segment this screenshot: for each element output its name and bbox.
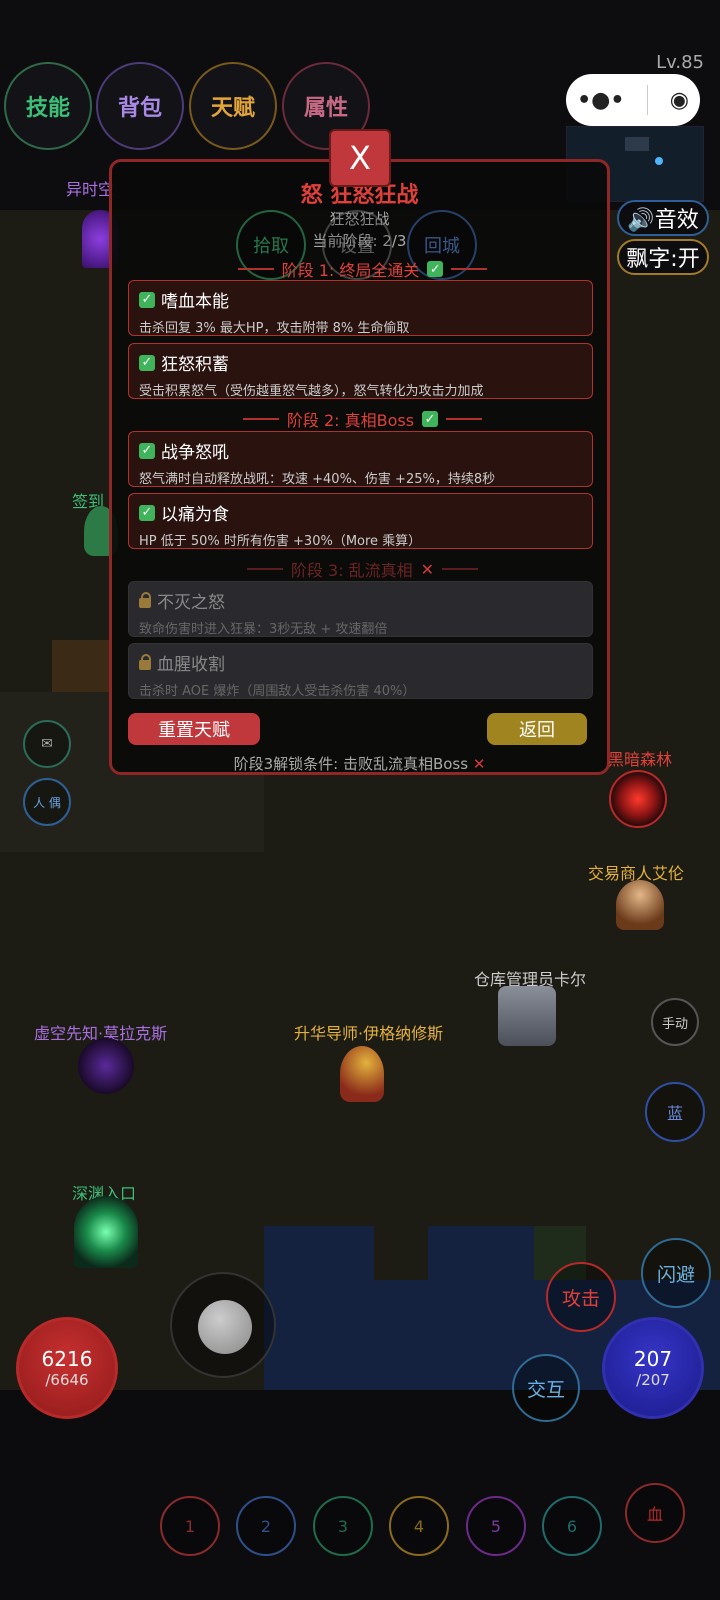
mp-current: 207 <box>633 1347 673 1371</box>
locked-x-icon: ✕ <box>472 755 486 773</box>
unlock-condition: 阶段3解锁条件: 击败乱流真相Boss ✕ <box>112 753 607 774</box>
back-button[interactable]: 返回 <box>487 713 587 745</box>
talent-desc: 致命伤害时进入狂暴：3秒无敌 + 攻速翻倍 <box>139 622 388 637</box>
hp-orb: 6216 /6646 <box>16 1317 118 1419</box>
check-icon: ✓ <box>139 504 155 521</box>
divider <box>242 418 279 420</box>
player-marker <box>655 157 663 165</box>
skills-button[interactable]: 技能 <box>4 62 92 150</box>
talent-card[interactable]: ✓ 狂怒积蓄 受击积累怒气（受伤越重怒气越多），怒气转化为攻击力加成 <box>128 343 593 399</box>
talent-name: 不灭之怒 <box>157 593 225 613</box>
check-icon: ✓ <box>139 291 155 308</box>
talent-card[interactable]: ✓ 嗜血本能 击杀回复 3% 最大HP，攻击附带 8% 生命偷取 <box>128 280 593 336</box>
talent-name: 战争怒吼 <box>161 443 229 463</box>
unlock-condition-text: 阶段3解锁条件: 击败乱流真相Boss <box>233 755 469 773</box>
talent-button[interactable]: 天赋 <box>189 62 277 150</box>
stage-1-header: 阶段 1: 终局全通关 ✓ <box>128 257 597 281</box>
check-icon: ✓ <box>139 354 155 371</box>
trader-sprite[interactable] <box>616 880 664 930</box>
pet-button[interactable]: 人 偶 <box>23 778 71 826</box>
talent-card[interactable]: ✓ 战争怒吼 怒气满时自动释放战吼：攻速 +40%、伤害 +25%，持续8秒 <box>128 431 593 487</box>
stage-1-title: 阶段 1: 终局全通关 <box>281 261 420 280</box>
talent-card[interactable]: ✓ 以痛为食 HP 低于 50% 时所有伤害 +30%（More 乘算） <box>128 493 593 549</box>
joystick-knob[interactable] <box>198 1300 252 1354</box>
bottom-dark-band <box>0 1390 720 1600</box>
skill-slot-2[interactable]: 2 <box>236 1496 296 1556</box>
stage-3-title: 阶段 3: 乱流真相 <box>290 561 413 580</box>
manual-toggle[interactable]: 手动 <box>651 998 699 1046</box>
hp-potion-slot[interactable]: 血 <box>625 1483 685 1543</box>
talent-name: 血腥收割 <box>157 655 225 675</box>
divider <box>442 568 479 570</box>
float-text-toggle[interactable]: 飘字:开 <box>617 239 709 275</box>
sound-toggle[interactable]: 🔊音效 <box>617 200 709 236</box>
reset-talent-button[interactable]: 重置天赋 <box>128 713 260 745</box>
abyss-portal-sprite[interactable] <box>74 1196 138 1268</box>
mail-button[interactable]: ✉ <box>23 720 71 768</box>
mp-max: /207 <box>636 1371 670 1389</box>
map-tile <box>52 640 112 692</box>
talent-desc: HP 低于 50% 时所有伤害 +30%（More 乘算） <box>139 534 422 549</box>
miniapp-capsule: •●• ◉ <box>566 74 700 126</box>
talent-name: 以痛为食 <box>161 505 229 525</box>
divider <box>237 268 274 270</box>
lock-icon <box>139 591 151 608</box>
dodge-button[interactable]: 闪避 <box>641 1238 711 1308</box>
check-icon: ✓ <box>427 261 444 277</box>
bag-button[interactable]: 背包 <box>96 62 184 150</box>
ascension-label: 升华导师·伊格纳修斯 <box>294 1024 444 1043</box>
talent-desc: 击杀时 AOE 爆炸（周围敌人受击杀伤害 40%） <box>139 684 416 699</box>
talent-name: 嗜血本能 <box>161 292 229 312</box>
talent-panel: 怒 狂怒狂战 狂怒狂战 当前阶段: 2/3 拾取 设置 回城 阶段 1: 终局全… <box>109 159 610 775</box>
level-indicator: Lv.85 <box>656 52 704 73</box>
talent-desc: 受击积累怒气（受伤越重怒气越多），怒气转化为攻击力加成 <box>139 384 484 399</box>
mp-orb: 207 /207 <box>602 1317 704 1419</box>
divider <box>446 418 483 420</box>
joystick[interactable] <box>170 1272 276 1378</box>
talent-desc: 怒气满时自动释放战吼：攻速 +40%、伤害 +25%，持续8秒 <box>139 472 496 487</box>
water-area <box>428 1226 534 1390</box>
minimap-block <box>625 137 649 151</box>
skill-slot-3[interactable]: 3 <box>313 1496 373 1556</box>
portal-label: 异时空 <box>66 180 115 199</box>
talent-card-locked: 不灭之怒 致命伤害时进入狂暴：3秒无敌 + 攻速翻倍 <box>128 581 593 637</box>
skill-slot-6[interactable]: 6 <box>542 1496 602 1556</box>
skill-slot-1[interactable]: 1 <box>160 1496 220 1556</box>
skill-slot-5[interactable]: 5 <box>466 1496 526 1556</box>
stage-2-header: 阶段 2: 真相Boss ✓ <box>128 407 597 431</box>
void-prophet-sprite[interactable] <box>78 1038 134 1094</box>
divider <box>451 268 488 270</box>
check-icon: ✓ <box>422 411 439 427</box>
locked-x-icon: ✕ <box>420 559 435 579</box>
stage-2-title: 阶段 2: 真相Boss <box>286 411 415 430</box>
interact-button[interactable]: 交互 <box>512 1354 580 1422</box>
hp-current: 6216 <box>41 1347 93 1371</box>
warehouse-sprite[interactable] <box>498 986 556 1046</box>
stage-3-header: 阶段 3: 乱流真相 ✕ <box>128 557 597 581</box>
hp-max: /6646 <box>45 1371 89 1389</box>
check-icon: ✓ <box>139 442 155 459</box>
more-icon[interactable]: •●• <box>577 88 624 113</box>
skill-slot-4[interactable]: 4 <box>389 1496 449 1556</box>
water-area <box>374 1280 428 1390</box>
dark-forest-portal[interactable] <box>609 770 667 828</box>
capsule-divider <box>646 85 648 115</box>
close-target-icon[interactable]: ◉ <box>670 88 689 113</box>
water-area <box>264 1226 374 1390</box>
ascension-sprite[interactable] <box>340 1046 384 1102</box>
blue-potion-button[interactable]: 蓝 <box>645 1082 705 1142</box>
divider <box>246 568 283 570</box>
talent-name: 狂怒积蓄 <box>161 355 229 375</box>
talent-desc: 击杀回复 3% 最大HP，攻击附带 8% 生命偷取 <box>139 321 410 336</box>
attack-button[interactable]: 攻击 <box>546 1262 616 1332</box>
talent-card-locked: 血腥收割 击杀时 AOE 爆炸（周围敌人受击杀伤害 40%） <box>128 643 593 699</box>
close-panel-button[interactable]: X <box>329 129 391 187</box>
lock-icon <box>139 653 151 670</box>
dark-forest-label: 黑暗森林 <box>608 750 673 769</box>
